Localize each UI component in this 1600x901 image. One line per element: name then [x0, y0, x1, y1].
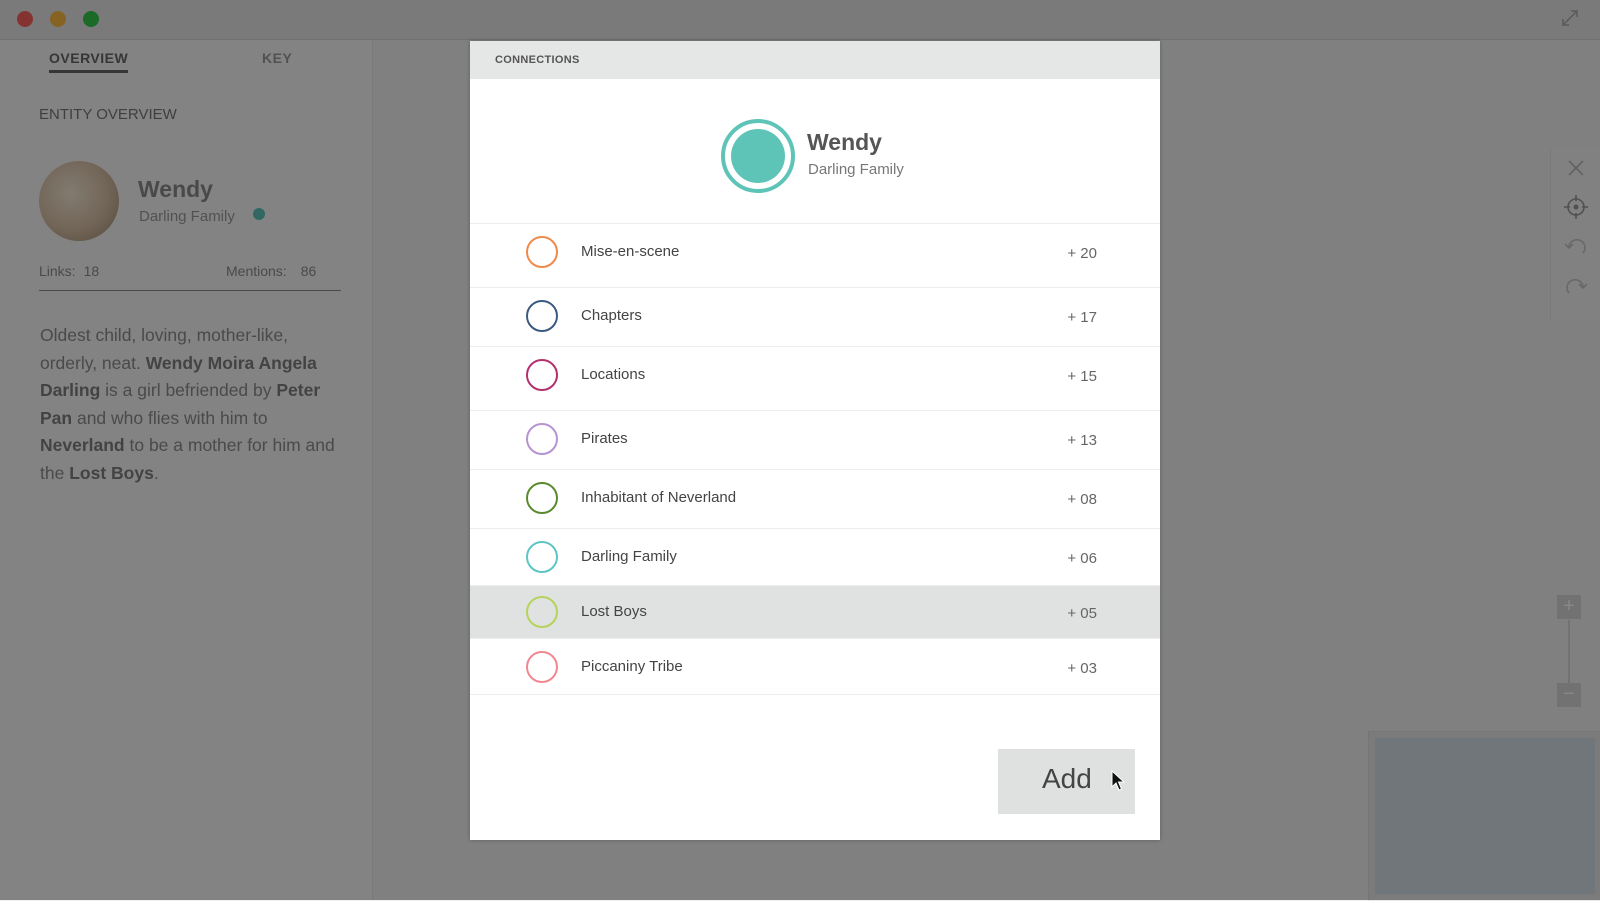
- category-ring-icon: [526, 596, 558, 628]
- category-ring-icon: [526, 359, 558, 391]
- hero-entity-group: Darling Family: [808, 161, 904, 178]
- connection-row-locations[interactable]: Locations + 15: [470, 347, 1160, 411]
- category-ring-icon: [526, 651, 558, 683]
- connection-row-darling-family[interactable]: Darling Family + 06: [470, 529, 1160, 586]
- connections-list: Mise-en-scene + 20 Chapters + 17 Locatio…: [470, 223, 1160, 695]
- dialog-title: CONNECTIONS: [495, 54, 580, 66]
- category-ring-icon: [526, 236, 558, 268]
- connection-row-pirates[interactable]: Pirates + 13: [470, 411, 1160, 470]
- connections-dialog: CONNECTIONS Wendy Darling Family Mise-en…: [470, 41, 1160, 840]
- category-ring-icon: [526, 541, 558, 573]
- connection-label: Chapters: [581, 307, 642, 324]
- connection-row-inhabitant-of-neverland[interactable]: Inhabitant of Neverland + 08: [470, 470, 1160, 529]
- connection-count: + 17: [1067, 309, 1097, 326]
- connection-count: + 20: [1067, 245, 1097, 262]
- connection-count: + 15: [1067, 368, 1097, 385]
- dialog-header: CONNECTIONS: [470, 41, 1160, 79]
- connection-label: Inhabitant of Neverland: [581, 489, 737, 506]
- entity-color-dot: [731, 129, 785, 183]
- category-ring-icon: [526, 482, 558, 514]
- mouse-cursor-icon: [1111, 770, 1125, 791]
- category-ring-icon: [526, 423, 558, 455]
- connection-count: + 08: [1067, 491, 1097, 508]
- connection-row-mise-en-scene[interactable]: Mise-en-scene + 20: [470, 224, 1160, 288]
- add-button-label: Add: [1042, 763, 1092, 794]
- connection-label: Darling Family: [581, 548, 677, 565]
- connection-row-lost-boys[interactable]: Lost Boys + 05: [470, 586, 1160, 639]
- connection-row-piccaniny-tribe[interactable]: Piccaniny Tribe + 03: [470, 639, 1160, 695]
- connection-row-chapters[interactable]: Chapters + 17: [470, 288, 1160, 347]
- connection-label: Locations: [581, 366, 646, 383]
- connection-count: + 06: [1067, 550, 1097, 567]
- entity-color-ring: [721, 119, 795, 193]
- connection-count: + 03: [1067, 660, 1097, 677]
- connection-label: Piccaniny Tribe: [581, 658, 683, 675]
- connection-label: Lost Boys: [581, 603, 647, 620]
- category-ring-icon: [526, 300, 558, 332]
- connection-label: Pirates: [581, 430, 628, 447]
- hero-entity-name: Wendy: [807, 129, 882, 155]
- connection-count: + 05: [1067, 605, 1097, 622]
- connection-count: + 13: [1067, 432, 1097, 449]
- connection-label: Mise-en-scene: [581, 243, 680, 260]
